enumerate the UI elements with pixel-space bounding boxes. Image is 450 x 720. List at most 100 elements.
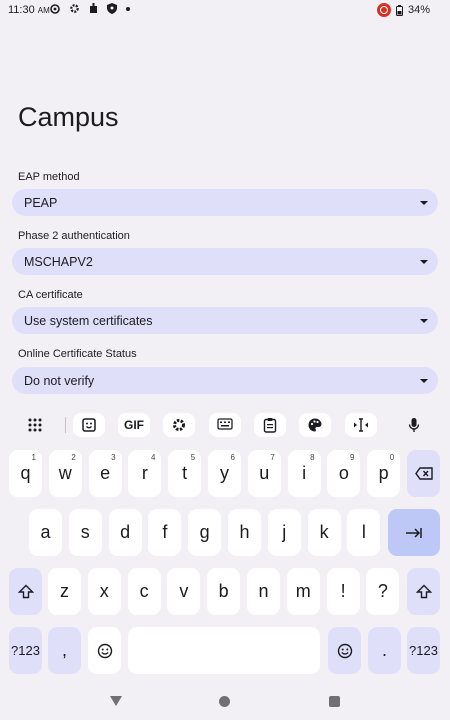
key-row3-2[interactable]: c [127,568,161,615]
on-screen-keyboard: GIF ?123 , . ?123 q 1 w 2 e 3 r 4 t 5 y … [0,405,450,687]
key-1[interactable]: w2 [48,450,82,497]
key-letter: r [141,463,148,483]
key-row2-2[interactable]: d [108,509,142,556]
key-number-hint: 6 [230,453,235,462]
ocsp-value: Do not verify [24,373,95,388]
period-key[interactable]: . [368,627,401,674]
key-number-hint: 3 [111,453,116,462]
dot-icon [126,6,130,11]
eap-method-label: EAP method [18,171,80,183]
sticker-icon[interactable] [73,413,105,437]
keyboard-icon[interactable] [209,413,241,437]
key-6[interactable]: u7 [247,450,281,497]
key-number-hint: 2 [71,453,76,462]
key-row3-8[interactable]: ? [366,568,400,615]
key-number-hint: 0 [389,453,395,462]
battery-icon [395,4,403,16]
shield-icon [107,3,117,14]
key-letter: i [302,463,307,483]
notification-icon [90,3,97,13]
microphone-icon[interactable] [398,413,430,437]
ocsp-dropdown[interactable]: Do not verify [12,367,438,394]
eap-method-dropdown[interactable]: PEAP [12,189,438,216]
key-number-hint: 8 [310,453,315,462]
key-row3-3[interactable]: v [167,568,201,615]
key-letter: u [259,463,270,483]
key-row3-4[interactable]: b [207,568,241,615]
dropdown-arrow-icon [420,260,428,264]
key-row2-1[interactable]: s [68,509,102,556]
ca-certificate-label: CA certificate [18,289,83,301]
symbols-key-right[interactable]: ?123 [407,627,440,674]
key-5[interactable]: y6 [208,450,241,497]
dropdown-arrow-icon [420,201,428,205]
phase2-auth-label: Phase 2 authentication [18,230,130,242]
space-key[interactable] [128,627,320,674]
back-icon[interactable] [110,696,122,706]
shift-key-right[interactable] [407,568,440,615]
palette-icon[interactable] [299,413,331,437]
key-letter: y [220,463,229,483]
settings-icon [70,4,79,13]
key-number-hint: 1 [31,453,36,462]
key-7[interactable]: i8 [287,450,321,497]
page-title: Campus [18,102,119,132]
key-4[interactable]: t5 [168,450,202,497]
shift-key-left[interactable] [9,568,42,615]
key-number-hint: 4 [150,453,156,462]
settings-gear-icon [50,3,60,14]
key-row3-5[interactable]: n [247,568,280,615]
phase2-auth-value: MSCHAPV2 [24,254,93,269]
gif-button[interactable]: GIF [118,413,150,437]
keyboard-toolbar: GIF [0,413,450,439]
key-letter: q [20,463,31,483]
settings-gear-icon[interactable] [163,413,195,437]
key-row3-1[interactable]: x [87,568,121,615]
status-time: 11:30 AM [8,4,50,16]
apps-grid-icon[interactable] [19,413,51,437]
key-row3-7[interactable]: ! [326,568,360,615]
key-row2-0[interactable]: a [29,509,62,556]
key-row3-6[interactable]: m [286,568,320,615]
home-icon[interactable] [219,696,230,707]
key-row2-7[interactable]: k [307,509,341,556]
phase2-auth-dropdown[interactable]: MSCHAPV2 [12,248,438,275]
key-row2-6[interactable]: j [267,509,301,556]
emoji-key-right[interactable] [328,627,361,674]
key-letter: e [100,463,111,483]
navigation-bar [0,687,450,720]
key-0[interactable]: q1 [9,450,42,497]
key-letter: p [378,463,389,483]
ocsp-label: Online Certificate Status [18,348,137,360]
key-row2-8[interactable]: l [347,509,381,556]
toolbar-divider [65,417,66,433]
key-number-hint: 9 [349,453,355,462]
clipboard-icon[interactable] [254,413,286,437]
dropdown-arrow-icon [420,379,428,383]
backspace-key[interactable] [407,450,440,497]
screen-record-icon [376,3,391,17]
key-8[interactable]: o9 [327,450,361,497]
emoji-key[interactable] [88,627,121,674]
recents-icon[interactable] [329,696,340,707]
ca-certificate-dropdown[interactable]: Use system certificates [12,307,438,334]
key-letter: w [58,463,72,483]
text-cursor-icon[interactable] [345,413,377,437]
key-number-hint: 5 [190,453,196,462]
dropdown-arrow-icon [420,319,428,323]
status-bar: 11:30 AM 34% [0,0,450,20]
key-row2-3[interactable]: f [148,509,182,556]
key-9[interactable]: p0 [367,450,401,497]
key-letter: t [182,463,188,483]
key-number-hint: 7 [270,453,275,462]
symbols-key-left[interactable]: ?123 [9,627,42,674]
key-2[interactable]: e3 [88,450,122,497]
key-row2-5[interactable]: h [228,509,261,556]
key-row2-4[interactable]: g [188,509,222,556]
key-3[interactable]: r4 [128,450,162,497]
tab-next-key[interactable] [388,509,440,556]
ca-certificate-value: Use system certificates [24,313,153,328]
comma-key[interactable]: , [48,627,81,674]
battery-percent: 34% [407,4,430,16]
key-row3-0[interactable]: z [48,568,81,615]
